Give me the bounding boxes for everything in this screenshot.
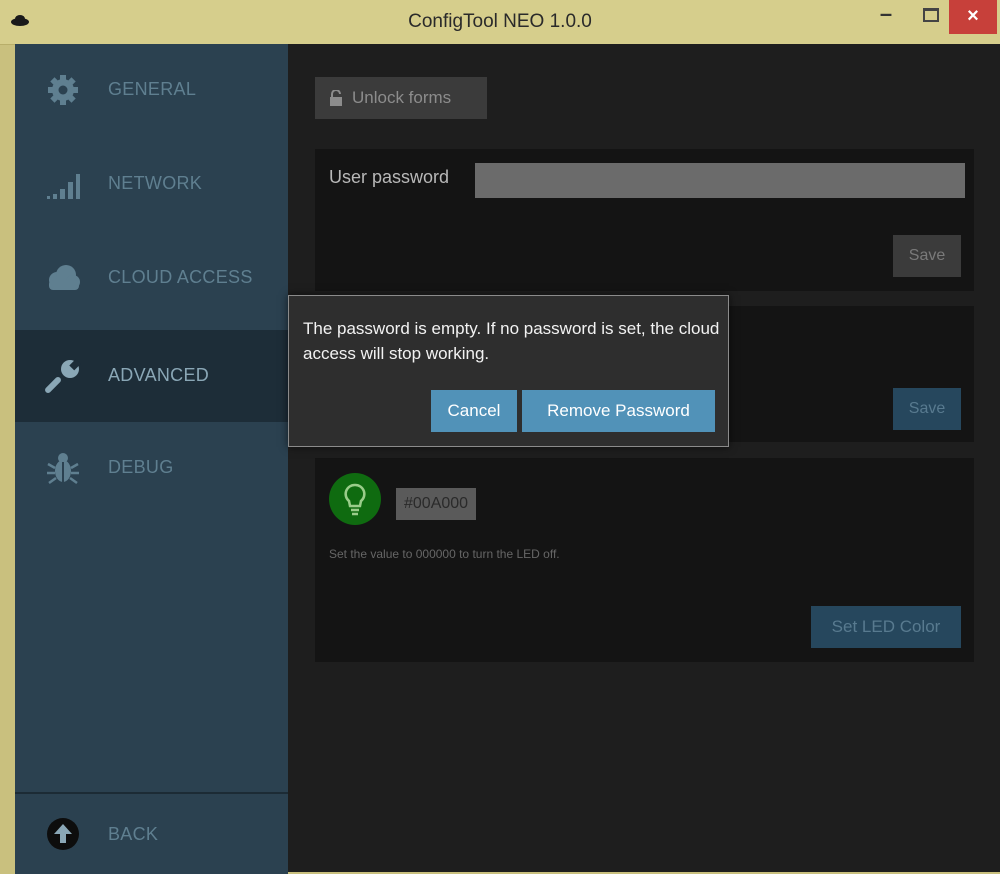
save-password-button[interactable]: Save bbox=[893, 235, 961, 277]
led-color-panel: #00A000 Set the value to 000000 to turn … bbox=[315, 458, 974, 662]
sidebar-item-cloud-access[interactable]: CLOUD ACCESS bbox=[15, 232, 288, 324]
dialog-message: The password is empty. If no password is… bbox=[303, 319, 720, 363]
wrench-icon bbox=[45, 359, 81, 393]
minimize-button[interactable]: – bbox=[864, 0, 908, 34]
gear-icon bbox=[48, 75, 78, 105]
main-content: Unlock forms User password Save Save #00… bbox=[288, 44, 1000, 872]
sidebar-item-label: CLOUD ACCESS bbox=[108, 267, 253, 287]
sidebar-item-label: NETWORK bbox=[108, 173, 203, 193]
unlock-forms-label: Unlock forms bbox=[352, 88, 452, 107]
sidebar-footer: BACK bbox=[15, 792, 288, 874]
user-password-label: User password bbox=[329, 167, 450, 187]
back-button[interactable]: BACK bbox=[15, 794, 288, 874]
sidebar: GENERAL NETWORK CLOUD ACCESS ADVANCED DE… bbox=[15, 44, 288, 874]
user-password-panel: User password Save bbox=[315, 149, 974, 291]
unlock-forms-button[interactable]: Unlock forms bbox=[315, 77, 487, 119]
lightbulb-icon bbox=[344, 483, 366, 516]
window-title: ConfigTool NEO 1.0.0 bbox=[408, 11, 592, 32]
sidebar-item-network[interactable]: NETWORK bbox=[15, 138, 288, 230]
led-preview bbox=[329, 473, 381, 525]
save-button[interactable]: Save bbox=[893, 388, 961, 430]
sidebar-item-advanced[interactable]: ADVANCED bbox=[15, 330, 288, 422]
led-color-input[interactable]: #00A000 bbox=[396, 488, 477, 520]
title-bar: ConfigTool NEO 1.0.0 – × bbox=[0, 0, 1000, 45]
confirm-dialog: The password is empty. If no password is… bbox=[288, 295, 729, 447]
cancel-button[interactable]: Cancel bbox=[431, 390, 517, 432]
remove-password-button[interactable]: Remove Password bbox=[522, 390, 715, 432]
bug-icon bbox=[47, 453, 79, 485]
sidebar-item-general[interactable]: GENERAL bbox=[15, 44, 288, 136]
unlock-icon bbox=[330, 90, 342, 106]
led-help-text: Set the value to 000000 to turn the LED … bbox=[329, 547, 560, 561]
signal-bars-icon bbox=[47, 174, 80, 199]
close-button[interactable]: × bbox=[949, 0, 997, 34]
arrow-up-circle-icon bbox=[47, 818, 79, 850]
sidebar-item-label: GENERAL bbox=[108, 79, 197, 99]
user-password-input[interactable] bbox=[475, 163, 965, 198]
sidebar-item-label: DEBUG bbox=[108, 457, 174, 477]
back-label: BACK bbox=[108, 824, 159, 844]
sidebar-item-label: ADVANCED bbox=[108, 365, 210, 385]
maximize-icon bbox=[923, 8, 939, 22]
cloud-icon bbox=[49, 265, 80, 290]
sidebar-item-debug[interactable]: DEBUG bbox=[15, 422, 288, 514]
maximize-button[interactable] bbox=[910, 0, 948, 34]
set-led-color-button[interactable]: Set LED Color bbox=[811, 606, 961, 648]
